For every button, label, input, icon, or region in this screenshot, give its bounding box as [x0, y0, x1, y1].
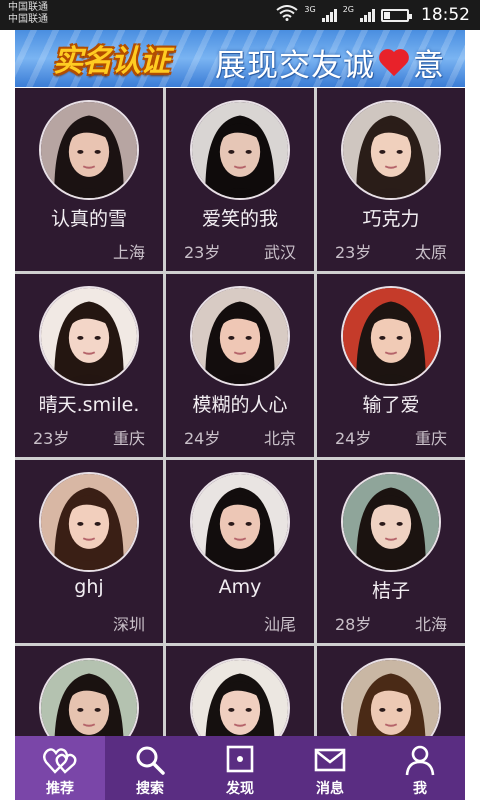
profile-card-1[interactable]: 认真的雪 上海: [15, 88, 163, 271]
profile-nickname: 爱笑的我: [201, 208, 278, 230]
profile-nickname: 模糊的人心: [192, 394, 288, 416]
avatar-photo: [39, 286, 139, 386]
profile-card-12[interactable]: [317, 646, 465, 736]
profile-nickname: 认真的雪: [50, 208, 127, 230]
profile-city: 重庆: [414, 429, 447, 448]
profile-card-5[interactable]: 模糊的人心 24岁 北京: [166, 274, 314, 457]
profile-card-6[interactable]: 输了爱 24岁 重庆: [317, 274, 465, 457]
heart-icon: [377, 48, 411, 78]
profile-city: 重庆: [112, 429, 145, 448]
carrier-1: 中国联通: [8, 2, 48, 13]
tab-envelope[interactable]: 消息: [285, 736, 375, 800]
tab-label: 发现: [226, 781, 254, 797]
tab-label: 搜索: [136, 781, 164, 797]
profile-nickname: ghj: [74, 576, 104, 598]
signal-bars-icon: [360, 8, 375, 22]
profile-city: 北海: [414, 615, 447, 634]
tab-label: 我: [413, 781, 427, 797]
tab-label: 推荐: [46, 781, 74, 797]
battery-fill: [384, 11, 390, 19]
profile-city: 武汉: [263, 243, 296, 262]
network-type-2: 2G: [342, 4, 354, 14]
slogan-text-before: 展现交友诚: [215, 48, 375, 84]
tab-search[interactable]: 搜索: [105, 736, 195, 800]
battery-icon: [381, 8, 412, 22]
banner-slogan: 展现交友诚 意: [215, 40, 445, 85]
slogan-text-after: 意: [413, 48, 445, 84]
profile-city: 北京: [263, 429, 296, 448]
avatar-photo: [190, 286, 290, 386]
profile-card-4[interactable]: 晴天.smile. 23岁 重庆: [15, 274, 163, 457]
profile-grid: 认真的雪 上海 爱笑的我 23岁 武汉 巧克力 23岁 太原 晴天.smile.…: [15, 88, 465, 736]
avatar-photo: [190, 658, 290, 736]
profile-age: 24岁: [335, 429, 372, 448]
carrier-2: 中国联通: [8, 14, 48, 25]
avatar-photo: [341, 472, 441, 572]
profile-age: 23岁: [33, 429, 70, 448]
search-icon: [133, 744, 167, 776]
profile-age: 28岁: [335, 615, 372, 634]
tab-person[interactable]: 我: [375, 736, 465, 800]
carrier-labels: 中国联通 中国联通: [8, 2, 48, 26]
wifi-icon: [276, 5, 299, 25]
network-type-1: 3G: [304, 4, 316, 14]
status-icons: 3G 2G 18:52: [276, 4, 470, 26]
avatar-photo: [190, 100, 290, 200]
profile-city: 太原: [414, 243, 447, 262]
profile-city: 汕尾: [263, 615, 296, 634]
profile-city: 上海: [112, 243, 145, 262]
profile-card-2[interactable]: 爱笑的我 23岁 武汉: [166, 88, 314, 271]
profile-age: 24岁: [184, 429, 221, 448]
avatar-photo: [341, 100, 441, 200]
tab-recommend-hearts[interactable]: 推荐: [15, 736, 105, 800]
profile-nickname: Amy: [218, 576, 262, 598]
signal-bars-icon: [321, 8, 337, 22]
avatar-photo: [39, 100, 139, 200]
tab-label: 消息: [316, 781, 344, 797]
clock: 18:52: [421, 5, 470, 25]
verification-banner[interactable]: 实名认证 展现交友诚 意: [15, 30, 465, 87]
profile-nickname: 巧克力: [362, 208, 420, 230]
avatar-photo: [39, 658, 139, 736]
profile-card-9[interactable]: 桔子 28岁 北海: [317, 460, 465, 643]
status-bar: 中国联通 中国联通 3G 2G 18:52: [0, 0, 480, 30]
profile-card-8[interactable]: Amy 汕尾: [166, 460, 314, 643]
profile-nickname: 桔子: [371, 580, 410, 602]
profile-card-7[interactable]: ghj 深圳: [15, 460, 163, 643]
profile-city: 深圳: [112, 615, 145, 634]
profile-card-10[interactable]: [15, 646, 163, 736]
recommend-hearts-icon: [43, 744, 77, 776]
person-icon: [403, 744, 437, 776]
discover-icon: [223, 744, 257, 776]
real-name-badge: 实名认证: [53, 44, 170, 79]
avatar-photo: [341, 658, 441, 736]
bottom-tab-bar: 推荐 搜索 发现 消息 我: [15, 736, 465, 800]
profile-card-3[interactable]: 巧克力 23岁 太原: [317, 88, 465, 271]
profile-card-11[interactable]: [166, 646, 314, 736]
profile-nickname: 输了爱: [362, 394, 420, 416]
profile-age: 23岁: [335, 243, 372, 262]
envelope-icon: [313, 744, 347, 776]
profile-nickname: 晴天.smile.: [38, 394, 140, 416]
tab-discover[interactable]: 发现: [195, 736, 285, 800]
avatar-photo: [341, 286, 441, 386]
avatar-photo: [190, 472, 290, 572]
profile-age: 23岁: [184, 243, 221, 262]
avatar-photo: [39, 472, 139, 572]
